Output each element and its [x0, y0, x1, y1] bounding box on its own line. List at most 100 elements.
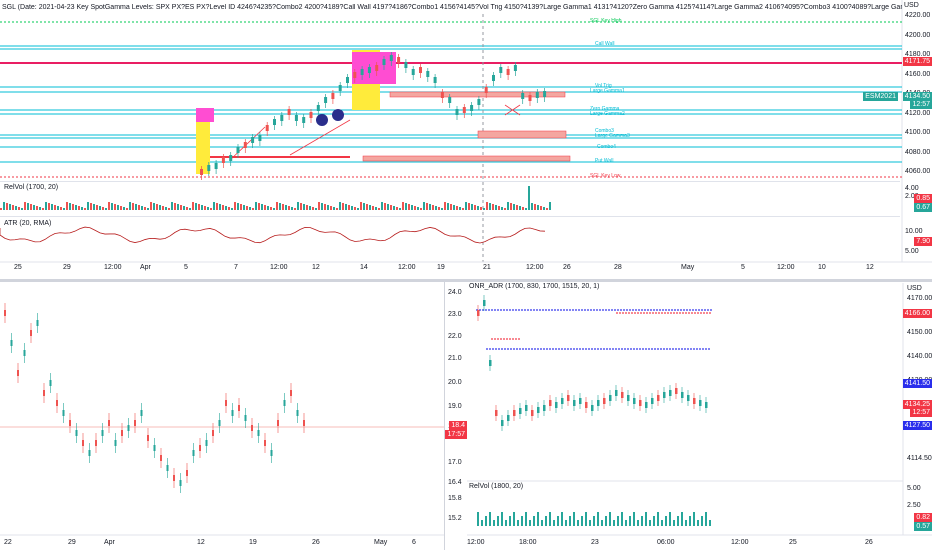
level-dot	[675, 348, 677, 350]
level-dot	[623, 309, 625, 311]
volume-bar	[9, 204, 11, 210]
pane-separator[interactable]	[0, 216, 900, 217]
volume-bar	[531, 203, 533, 210]
volume-bar	[126, 208, 128, 210]
chart-divider[interactable]	[0, 279, 932, 282]
candle-body	[639, 400, 642, 406]
candle-body	[521, 93, 525, 99]
level-dot	[512, 309, 514, 311]
level-dot	[702, 348, 704, 350]
candle-body	[173, 475, 175, 481]
level-dot	[539, 309, 541, 311]
volume-bar	[589, 520, 591, 526]
candle-body	[433, 77, 437, 83]
level-label: Large Gamma2	[590, 111, 625, 117]
level-dot	[603, 348, 605, 350]
level-dot	[593, 309, 595, 311]
candle-body	[221, 157, 225, 163]
candle-body	[535, 92, 539, 98]
level-dot	[555, 348, 557, 350]
bottom-right-chart-pane[interactable]: ONR_ADR (1700, 830, 1700, 1515, 20, 1) U…	[467, 283, 932, 550]
volume-bar	[222, 205, 224, 210]
volume-bar	[657, 512, 659, 526]
chart-divider-vertical[interactable]	[444, 282, 445, 550]
price-tick: 4120.00	[905, 109, 931, 117]
candle-body	[404, 62, 408, 68]
level-dot	[512, 338, 514, 340]
volume-bar	[141, 206, 143, 210]
candle-body	[525, 405, 528, 411]
candle-body	[95, 440, 97, 446]
volume-bar	[330, 206, 332, 210]
level-dot	[660, 348, 662, 350]
pane-separator[interactable]	[0, 181, 900, 182]
candle-body	[528, 95, 532, 101]
time-tick: 23	[591, 539, 599, 546]
volume-bar	[117, 205, 119, 210]
volume-bar	[414, 206, 416, 210]
time-tick: 12:00	[731, 539, 749, 546]
volume-bar	[150, 202, 152, 210]
mid-price-tick: 15.2	[448, 515, 462, 522]
time-tick: 28	[614, 264, 622, 271]
time-tick: 5	[184, 264, 188, 271]
level-dot	[561, 348, 563, 350]
br-axis-unit: USD	[907, 285, 922, 292]
level-dot	[682, 312, 684, 314]
relvol-tag: 0.67	[914, 203, 932, 212]
volume-bar	[219, 204, 221, 210]
level-dot	[666, 348, 668, 350]
volume-bar	[15, 206, 17, 210]
top-price-chart[interactable]	[0, 0, 932, 275]
volume-bar	[198, 204, 200, 210]
level-dot	[674, 309, 676, 311]
volume-bar	[468, 203, 470, 210]
level-dot	[676, 312, 678, 314]
candle-body	[75, 430, 78, 436]
candle-body	[389, 55, 393, 61]
level-dot	[533, 309, 535, 311]
level-dot	[704, 309, 706, 311]
level-dot	[665, 309, 667, 311]
price-tick: 4220.00	[905, 12, 931, 19]
candle-body	[153, 445, 156, 451]
volume-bar	[189, 208, 191, 210]
volume-bar	[665, 516, 667, 526]
volume-bar	[495, 205, 497, 210]
volume-bar	[534, 204, 536, 210]
level-dot	[509, 309, 511, 311]
volume-bar	[165, 207, 167, 210]
candle-body	[519, 408, 522, 414]
mid-price-tick: 15.8	[448, 495, 462, 502]
candle-body	[573, 400, 576, 406]
level-dot	[710, 309, 712, 311]
bottom-left-price-chart[interactable]	[0, 283, 445, 550]
volume-bar	[339, 202, 341, 210]
candle-body	[669, 390, 672, 396]
level-dot	[707, 309, 709, 311]
level-dot	[569, 309, 571, 311]
bottom-right-price-chart[interactable]	[467, 283, 932, 550]
level-dot	[528, 348, 530, 350]
candle-body	[567, 395, 570, 401]
level-dot	[697, 312, 699, 314]
top-chart-pane[interactable]: SGL (Date: 2021-04-23 Key SpotGamma Leve…	[0, 0, 932, 275]
level-dot	[688, 312, 690, 314]
volume-bar	[288, 206, 290, 210]
volume-bar	[0, 208, 2, 210]
volume-bar	[701, 516, 703, 526]
bottom-left-chart-pane[interactable]: 22 29 Apr 12 19 26 May 6	[0, 283, 445, 550]
volume-bar	[649, 520, 651, 526]
level-dot	[602, 309, 604, 311]
candle-body	[506, 69, 510, 75]
middle-price-axis[interactable]: 24.0 23.0 22.0 21.0 20.0 19.0 18.4 17.0 16.4 15.8…	[445, 283, 467, 550]
volume-bar	[132, 203, 134, 210]
volume-bar	[557, 516, 559, 526]
volume-bar	[485, 516, 487, 526]
volume-bar	[30, 204, 32, 210]
br-price-tag: 12:57	[910, 408, 932, 417]
price-tick: 4080.00	[905, 148, 931, 156]
candle-body	[192, 450, 195, 456]
time-tick: 12:00	[526, 264, 544, 271]
level-dot	[500, 338, 502, 340]
